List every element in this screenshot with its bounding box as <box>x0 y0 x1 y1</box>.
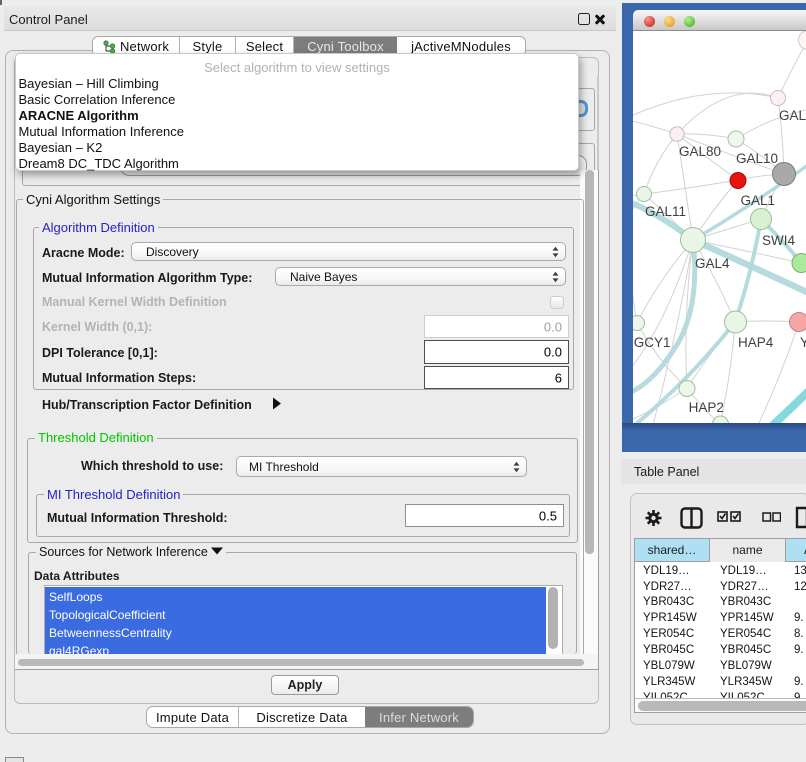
svg-text:GAL1: GAL1 <box>741 193 776 208</box>
svg-text:SWI4: SWI4 <box>762 233 795 248</box>
svg-text:GAL80: GAL80 <box>679 144 721 159</box>
svg-text:GAL7: GAL7 <box>779 108 806 123</box>
svg-text:HAP4: HAP4 <box>738 335 774 350</box>
svg-text:GCY1: GCY1 <box>634 335 671 350</box>
svg-text:GAL10: GAL10 <box>736 151 778 166</box>
svg-text:HAP2: HAP2 <box>689 400 724 415</box>
svg-text:Y: Y <box>800 335 806 350</box>
svg-text:GAL11: GAL11 <box>645 204 686 219</box>
svg-text:GAL4: GAL4 <box>695 256 730 271</box>
